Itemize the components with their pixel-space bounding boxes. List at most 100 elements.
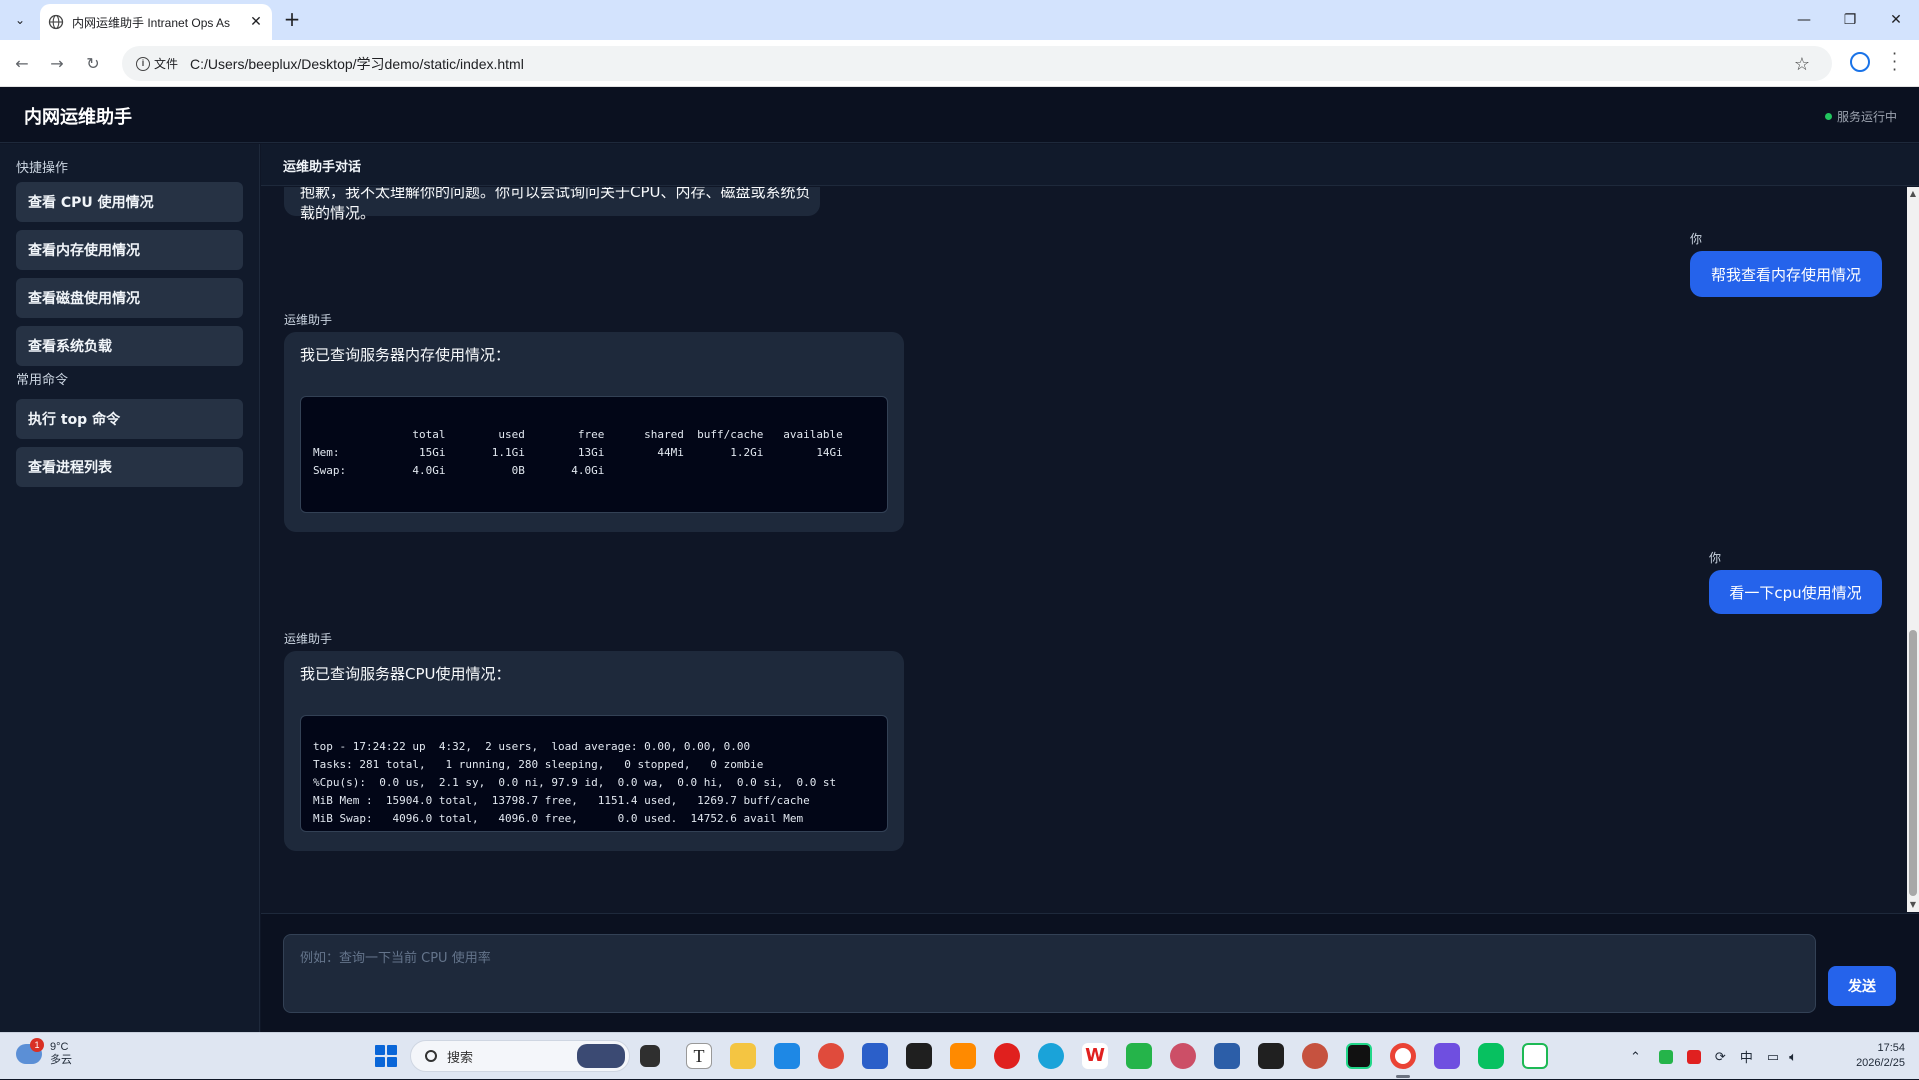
assistant-sender-label: 运维助手 xyxy=(284,632,333,646)
site-info-chip[interactable]: i 文件 xyxy=(130,55,184,72)
browser-menu-icon[interactable]: · · · xyxy=(1892,46,1897,78)
tab-title: 内网运维助手 Intranet Ops As xyxy=(72,15,231,30)
quick-action-memory-button[interactable]: 查看内存使用情况 xyxy=(16,230,243,270)
close-window-button[interactable]: ✕ xyxy=(1873,0,1919,40)
app-red-icon[interactable] xyxy=(1302,1043,1328,1069)
network-icon[interactable]: ▭ xyxy=(1767,1049,1779,1065)
message-icon[interactable] xyxy=(1522,1043,1548,1069)
reload-button[interactable]: ↻ xyxy=(81,51,105,75)
assistant-message: 我已查询服务器CPU使用情况： top - 17:24:22 up 4:32, … xyxy=(284,651,904,851)
terminal-output: total used free shared buff/cache availa… xyxy=(300,396,888,513)
site-info-label: 文件 xyxy=(154,57,179,71)
chat-scrollbar[interactable]: ▲ ▼ xyxy=(1907,187,1919,912)
weather-condition: 多云 xyxy=(50,1054,72,1066)
quick-action-disk-button[interactable]: 查看磁盘使用情况 xyxy=(16,278,243,318)
avatar-app-icon[interactable] xyxy=(1170,1043,1196,1069)
profile-icon[interactable] xyxy=(1850,52,1870,72)
browser-toolbar: ← → ↻ i 文件 C:/Users/beeplux/Desktop/学习de… xyxy=(0,40,1919,87)
terminal-output: top - 17:24:22 up 4:32, 2 users, load av… xyxy=(300,715,888,832)
chatgpt-icon[interactable] xyxy=(1258,1043,1284,1069)
assistant-sender-label: 运维助手 xyxy=(284,313,333,327)
back-button[interactable]: ← xyxy=(10,51,34,75)
tray-overflow-icon[interactable]: ⌃ xyxy=(1630,1049,1641,1065)
quick-actions-title: 快捷操作 xyxy=(16,161,69,176)
edge-icon[interactable] xyxy=(1038,1043,1064,1069)
assistant-message-text: 抱歉，我不太理解你的问题。你可以尝试询问关于CPU、内存、磁盘或系统负载的情况。 xyxy=(300,187,811,222)
store-icon[interactable] xyxy=(862,1043,888,1069)
cloud-icon: 1 xyxy=(16,1038,44,1064)
tray-sync-icon[interactable]: ⟳ xyxy=(1715,1049,1726,1065)
taskbar-clock[interactable]: 17:54 2026/2/25 xyxy=(1856,1041,1905,1071)
screen-capture-icon[interactable] xyxy=(774,1043,800,1069)
clock-date: 2026/2/25 xyxy=(1856,1057,1905,1069)
scroll-down-icon[interactable]: ▼ xyxy=(1908,900,1918,909)
browser-tabbar: ⌄ 内网运维助手 Intranet Ops As ✕ + — ❐ ✕ xyxy=(0,0,1919,40)
user-message: 看一下cpu使用情况 xyxy=(1709,570,1882,614)
app-title: 内网运维助手 xyxy=(24,107,132,128)
chat-messages[interactable]: 抱歉，我不太理解你的问题。你可以尝试询问关于CPU、内存、磁盘或系统负载的情况。… xyxy=(261,187,1907,912)
scroll-thumb[interactable] xyxy=(1909,630,1917,896)
weather-widget[interactable]: 1 9°C 多云 xyxy=(16,1038,72,1067)
command-top-button[interactable]: 执行 top 命令 xyxy=(16,399,243,439)
terminal-output-text: top - 17:24:22 up 4:32, 2 users, load av… xyxy=(313,740,837,825)
message-input[interactable] xyxy=(283,934,1816,1013)
wechat-icon[interactable] xyxy=(1478,1043,1504,1069)
forward-button[interactable]: → xyxy=(45,51,69,75)
weather-temperature: 9°C xyxy=(50,1041,69,1053)
powershell-icon[interactable] xyxy=(1214,1043,1240,1069)
weather-badge: 1 xyxy=(30,1038,44,1052)
typora-icon[interactable]: T xyxy=(686,1043,712,1069)
close-tab-icon[interactable]: ✕ xyxy=(248,14,264,30)
chrome-active-indicator xyxy=(1396,1075,1410,1078)
bookmark-star-icon[interactable]: ☆ xyxy=(1794,54,1810,75)
assistant-message-text: 我已查询服务器内存使用情况： xyxy=(300,346,511,364)
globe-icon xyxy=(48,14,64,30)
chrome-canary-icon[interactable] xyxy=(818,1043,844,1069)
windows-taskbar: 1 9°C 多云 搜索 T W ⌃ ⟳ 中 ▭ 🔈︎ 17:54 2026/2/… xyxy=(0,1032,1919,1079)
restore-button[interactable]: ❐ xyxy=(1827,0,1873,40)
chat-header: 运维助手对话 xyxy=(261,144,1919,186)
service-status-label: 服务运行中 xyxy=(1836,110,1897,124)
terminal-output-text: total used free shared buff/cache availa… xyxy=(313,428,843,477)
sublime-icon[interactable] xyxy=(950,1043,976,1069)
quick-action-load-button[interactable]: 查看系统负载 xyxy=(16,326,243,366)
file-icon[interactable] xyxy=(640,1045,660,1067)
new-tab-button[interactable]: + xyxy=(280,8,304,32)
chrome-icon[interactable] xyxy=(1390,1043,1416,1069)
start-windows-icon[interactable] xyxy=(375,1045,397,1067)
send-button[interactable]: 发送 xyxy=(1828,966,1896,1006)
ime-indicator[interactable]: 中 xyxy=(1740,1047,1753,1066)
assistant-message: 抱歉，我不太理解你的问题。你可以尝试询问关于CPU、内存、磁盘或系统负载的情况。 xyxy=(284,187,820,222)
app-green-icon[interactable] xyxy=(1126,1043,1152,1069)
wps-icon[interactable]: W xyxy=(1082,1043,1108,1069)
pycharm-icon[interactable] xyxy=(1346,1043,1372,1069)
info-icon: i xyxy=(136,56,150,71)
user-sender-label: 你 xyxy=(1709,551,1722,565)
url-text[interactable]: C:/Users/beeplux/Desktop/学习demo/static/i… xyxy=(190,54,524,74)
quick-action-cpu-button[interactable]: 查看 CPU 使用情况 xyxy=(16,182,243,222)
command-ps-button[interactable]: 查看进程列表 xyxy=(16,447,243,487)
app-8-icon[interactable] xyxy=(994,1043,1020,1069)
address-bar[interactable]: i 文件 C:/Users/beeplux/Desktop/学习demo/sta… xyxy=(122,46,1832,81)
app-purple-icon[interactable] xyxy=(1434,1043,1460,1069)
tray-wps-icon[interactable] xyxy=(1686,1049,1701,1064)
clock-time: 17:54 xyxy=(1877,1042,1905,1054)
system-tray: ⌃ ⟳ 中 ▭ 🔈︎ xyxy=(1630,1033,1797,1080)
file-explorer-icon[interactable] xyxy=(730,1043,756,1069)
tab-search-button[interactable]: ⌄ xyxy=(8,8,32,32)
terminal-icon[interactable] xyxy=(906,1043,932,1069)
status-dot-icon xyxy=(1824,113,1832,120)
common-commands-title: 常用命令 xyxy=(16,373,69,388)
scroll-up-icon[interactable]: ▲ xyxy=(1908,189,1918,198)
tray-app-green-icon[interactable] xyxy=(1658,1049,1673,1064)
minimize-button[interactable]: — xyxy=(1781,0,1827,40)
chat-header-title: 运维助手对话 xyxy=(283,160,362,175)
browser-tab[interactable]: 内网运维助手 Intranet Ops As ✕ xyxy=(40,4,272,40)
search-highlight-image xyxy=(577,1044,625,1068)
assistant-message-text: 我已查询服务器CPU使用情况： xyxy=(300,665,511,683)
taskbar-search[interactable]: 搜索 xyxy=(410,1040,630,1072)
volume-icon[interactable]: 🔈︎ xyxy=(1789,1049,1797,1065)
assistant-message: 我已查询服务器内存使用情况： total used free shared bu… xyxy=(284,332,904,532)
search-icon xyxy=(425,1050,437,1062)
taskbar-search-label: 搜索 xyxy=(447,1049,474,1065)
